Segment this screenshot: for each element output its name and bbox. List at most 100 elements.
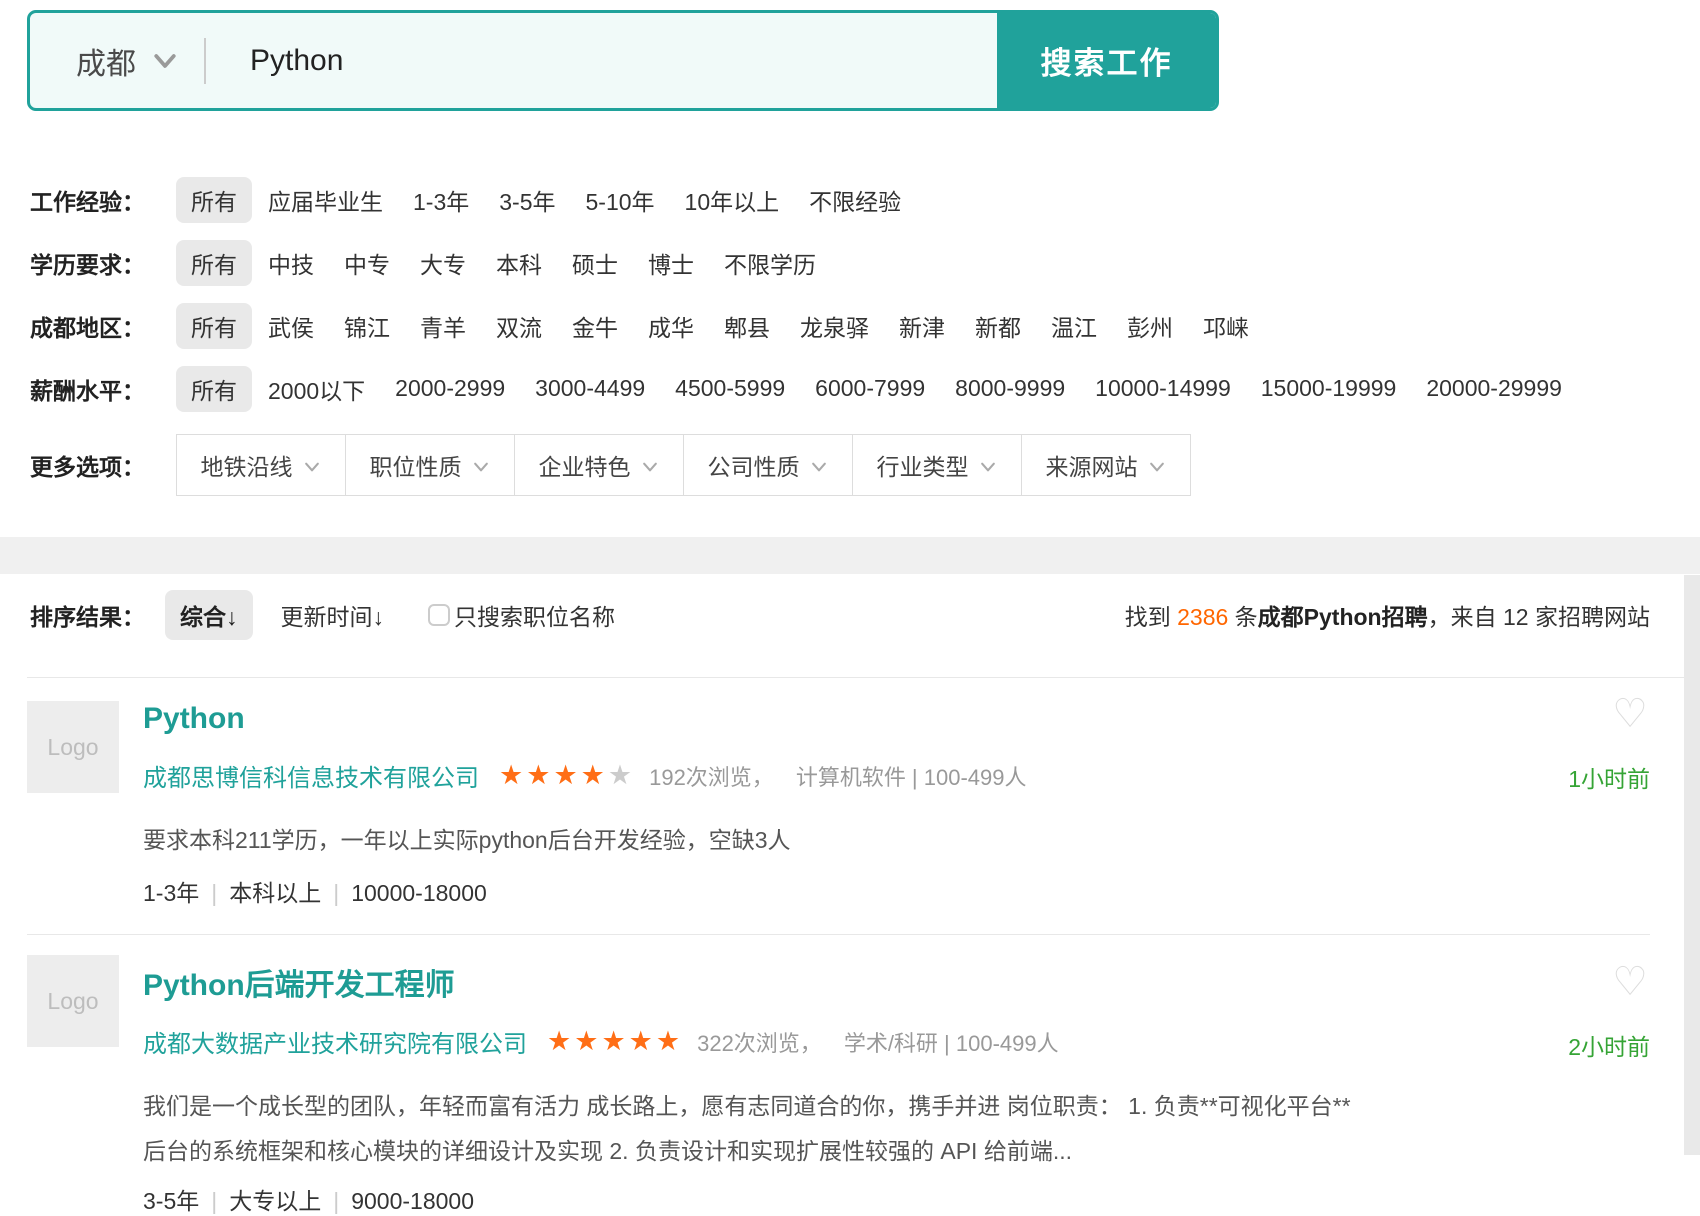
result-count: 2386 <box>1177 604 1228 630</box>
filter-label: 工作经验： <box>30 183 176 217</box>
posted-time: 1小时前 <box>1568 760 1650 794</box>
result-unit: 条 <box>1228 604 1257 630</box>
filter-option[interactable]: 成华 <box>648 309 694 343</box>
more-options-row: 更多选项： 地铁沿线职位性质企业特色公司性质行业类型来源网站 <box>30 434 1700 496</box>
filter-label: 学历要求： <box>30 246 176 280</box>
heart-icon[interactable]: ♡ <box>1612 694 1648 734</box>
filter-option[interactable]: 锦江 <box>344 309 390 343</box>
dropdown-button[interactable]: 地铁沿线 <box>176 434 346 496</box>
filter-option[interactable]: 8000-9999 <box>955 375 1065 402</box>
chevron-down-icon <box>150 46 180 76</box>
filter-option[interactable]: 3000-4499 <box>535 375 645 402</box>
filter-option[interactable]: 中技 <box>268 246 314 280</box>
filter-option[interactable]: 青羊 <box>420 309 466 343</box>
chevron-down-icon <box>1147 457 1167 477</box>
filter-option[interactable]: 1-3年 <box>413 183 469 217</box>
filter-row-1: 学历要求：所有中技中专大专本科硕士博士不限学历 <box>30 231 1700 294</box>
description-line: 我们是一个成长型的团队，年轻而富有活力 成长路上，愿有志同道合的你，携手并进 岗… <box>143 1084 1351 1129</box>
filter-option[interactable]: 本科 <box>496 246 542 280</box>
tag: 1-3年 <box>143 880 199 906</box>
chevron-down-icon <box>302 457 322 477</box>
dropdown-button[interactable]: 公司性质 <box>683 434 853 496</box>
sort-bar: 排序结果： 综合↓ 更新时间↓ 只搜索职位名称 找到 2386 条成都Pytho… <box>30 585 1650 645</box>
filter-option[interactable]: 不限学历 <box>724 246 816 280</box>
filter-option[interactable]: 6000-7999 <box>815 375 925 402</box>
dropdown-button[interactable]: 职位性质 <box>345 434 515 496</box>
description-line: 要求本科211学历，一年以上实际python后台开发经验，空缺3人 <box>143 818 791 863</box>
sort-option-comprehensive[interactable]: 综合↓ <box>165 590 253 640</box>
filter-option-selected[interactable]: 所有 <box>176 303 252 349</box>
filter-label: 成都地区： <box>30 309 176 343</box>
job-card: LogoPython♡成都思博信科信息技术有限公司★★★★★192次浏览，计算机… <box>27 678 1650 935</box>
tag: 3-5年 <box>143 1188 199 1214</box>
filter-option[interactable]: 大专 <box>420 246 466 280</box>
job-search-bar: 成都 搜索工作 <box>27 10 1219 111</box>
job-title-link[interactable]: Python <box>143 702 245 736</box>
star-icon: ★ <box>629 1026 656 1056</box>
filter-option[interactable]: 10年以上 <box>685 183 780 217</box>
dropdown-button[interactable]: 行业类型 <box>852 434 1022 496</box>
tag: 10000-18000 <box>351 880 487 906</box>
views-count: 192次浏览， <box>649 760 774 792</box>
views-count: 322次浏览， <box>697 1026 822 1058</box>
job-description: 我们是一个成长型的团队，年轻而富有活力 成长路上，愿有志同道合的你，携手并进 岗… <box>143 1084 1351 1174</box>
search-input[interactable] <box>206 13 997 108</box>
star-icon: ★ <box>656 1026 683 1056</box>
company-logo-placeholder: Logo <box>27 955 119 1047</box>
filter-option[interactable]: 博士 <box>648 246 694 280</box>
chevron-down-icon <box>640 457 660 477</box>
title-only-checkbox[interactable] <box>428 604 450 626</box>
search-button[interactable]: 搜索工作 <box>997 13 1216 108</box>
filter-option[interactable]: 4500-5999 <box>675 375 785 402</box>
filter-option[interactable]: 不限经验 <box>809 183 901 217</box>
filter-option[interactable]: 彭州 <box>1127 309 1173 343</box>
filter-option[interactable]: 邛崃 <box>1203 309 1249 343</box>
filter-option[interactable]: 10000-14999 <box>1095 375 1231 402</box>
filter-option[interactable]: 3-5年 <box>499 183 555 217</box>
job-title-link[interactable]: Python后端开发工程师 <box>143 960 455 1004</box>
company-row: 成都思博信科信息技术有限公司★★★★★192次浏览，计算机软件 | 100-49… <box>143 758 1027 793</box>
sort-label: 排序结果： <box>30 598 145 632</box>
filter-option-selected[interactable]: 所有 <box>176 366 252 412</box>
job-description: 要求本科211学历，一年以上实际python后台开发经验，空缺3人 <box>143 818 791 863</box>
title-only-checkbox-label: 只搜索职位名称 <box>454 598 615 632</box>
company-link[interactable]: 成都大数据产业技术研究院有限公司 <box>143 1024 527 1059</box>
filter-option[interactable]: 2000以下 <box>268 372 365 406</box>
filter-option[interactable]: 金牛 <box>572 309 618 343</box>
scrollbar[interactable] <box>1684 575 1700 1155</box>
filter-option[interactable]: 硕士 <box>572 246 618 280</box>
filter-option-selected[interactable]: 所有 <box>176 240 252 286</box>
dropdown-button[interactable]: 来源网站 <box>1021 434 1191 496</box>
filter-option[interactable]: 新津 <box>899 309 945 343</box>
filter-option[interactable]: 应届毕业生 <box>268 183 383 217</box>
filter-option[interactable]: 郫县 <box>724 309 770 343</box>
tag-separator: | <box>211 1188 217 1214</box>
filter-option[interactable]: 5-10年 <box>586 183 655 217</box>
filter-option[interactable]: 2000-2999 <box>395 375 505 402</box>
filter-option-selected[interactable]: 所有 <box>176 177 252 223</box>
filter-panel: 工作经验：所有应届毕业生1-3年3-5年5-10年10年以上不限经验学历要求：所… <box>30 168 1700 496</box>
filter-option[interactable]: 温江 <box>1051 309 1097 343</box>
dropdown-button[interactable]: 企业特色 <box>514 434 684 496</box>
city-selector[interactable]: 成都 <box>30 13 204 108</box>
company-logo-placeholder: Logo <box>27 701 119 793</box>
filter-option[interactable]: 武侯 <box>268 309 314 343</box>
filter-option[interactable]: 双流 <box>496 309 542 343</box>
filter-option[interactable]: 15000-19999 <box>1261 375 1397 402</box>
tag-separator: | <box>333 1188 339 1214</box>
filter-option[interactable]: 中专 <box>344 246 390 280</box>
filter-option[interactable]: 20000-29999 <box>1426 375 1562 402</box>
company-meta: 学术/科研 | 100-499人 <box>844 1026 1059 1058</box>
sort-option-update-time[interactable]: 更新时间↓ <box>281 598 385 632</box>
company-link[interactable]: 成都思博信科信息技术有限公司 <box>143 758 479 793</box>
dropdown-label: 企业特色 <box>539 448 631 482</box>
chevron-down-icon <box>809 457 829 477</box>
tag-separator: | <box>333 880 339 906</box>
star-icon: ★ <box>553 760 580 790</box>
dropdown-group: 地铁沿线职位性质企业特色 公司性质行业类型来源网站 <box>176 434 1191 496</box>
company-meta: 计算机软件 | 100-499人 <box>796 760 1027 792</box>
filter-option[interactable]: 新都 <box>975 309 1021 343</box>
filter-option[interactable]: 龙泉驿 <box>800 309 869 343</box>
tag: 9000-18000 <box>351 1188 474 1214</box>
heart-icon[interactable]: ♡ <box>1612 962 1648 1002</box>
